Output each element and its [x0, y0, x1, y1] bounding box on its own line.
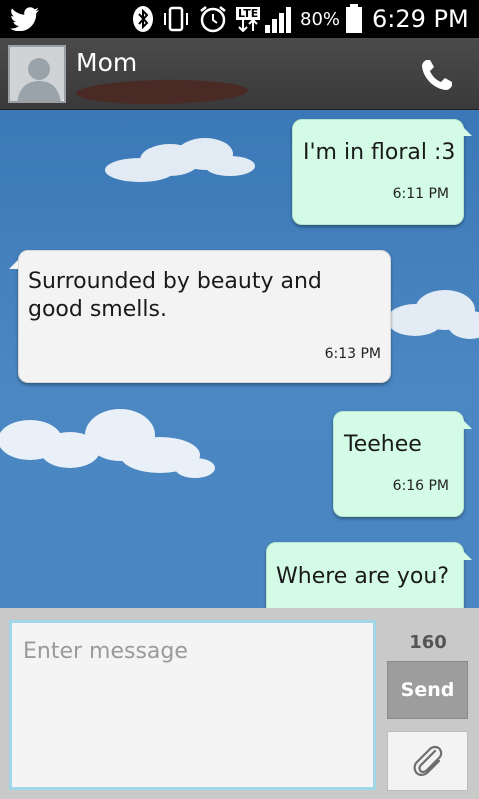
lte-label: LTE [236, 6, 261, 20]
char-counter: 160 [409, 632, 447, 653]
message-time: 6:13 PM [324, 346, 381, 362]
message-time: 6:11 PM [392, 186, 449, 202]
bubble-tail [463, 420, 472, 429]
lte-icon: LTE [236, 0, 261, 38]
vibrate-icon [162, 0, 190, 38]
attach-button[interactable] [387, 731, 468, 791]
bluetooth-icon [132, 0, 154, 38]
twitter-icon [10, 0, 40, 38]
message-text: Surrounded by beauty and good smells. [28, 269, 322, 322]
message-text: Where are you? [276, 564, 449, 589]
bubble-tail [463, 127, 472, 136]
cloud-decoration [105, 138, 255, 182]
message-bubble-sent[interactable]: Where are you? [266, 542, 464, 608]
bubble-tail [463, 551, 472, 560]
call-button[interactable] [414, 52, 460, 98]
message-list[interactable]: I'm in floral :3 6:11 PM Surrounded by b… [0, 110, 479, 608]
phone-icon [422, 60, 452, 90]
bubble-tail [9, 260, 18, 269]
person-icon [17, 58, 64, 101]
message-bubble-sent[interactable]: Teehee 6:16 PM [333, 411, 464, 517]
cloud-decoration [387, 290, 479, 339]
message-text: Teehee [344, 432, 422, 457]
message-bubble-sent[interactable]: I'm in floral :3 6:11 PM [292, 119, 464, 225]
contact-avatar[interactable] [8, 45, 66, 103]
status-time: 6:29 PM [372, 5, 469, 33]
message-input[interactable] [9, 620, 376, 790]
cloud-decoration [0, 409, 215, 478]
message-text: I'm in floral :3 [303, 140, 456, 165]
contact-name: Mom [76, 48, 138, 77]
message-bubble-received[interactable]: Surrounded by beauty and good smells. 6:… [18, 250, 391, 383]
battery-percent: 80% [300, 8, 341, 30]
message-time: 6:16 PM [392, 478, 449, 494]
composer-bar: 160 Send [0, 608, 479, 799]
send-button[interactable]: Send [387, 661, 468, 719]
status-bar: LTE 80% 6:29 PM [0, 0, 479, 38]
alarm-icon [198, 0, 228, 38]
conversation-header: Mom [0, 38, 479, 110]
redaction-mark [75, 78, 249, 106]
battery-icon [345, 0, 363, 38]
paperclip-icon [413, 745, 442, 777]
signal-icon [264, 0, 294, 38]
